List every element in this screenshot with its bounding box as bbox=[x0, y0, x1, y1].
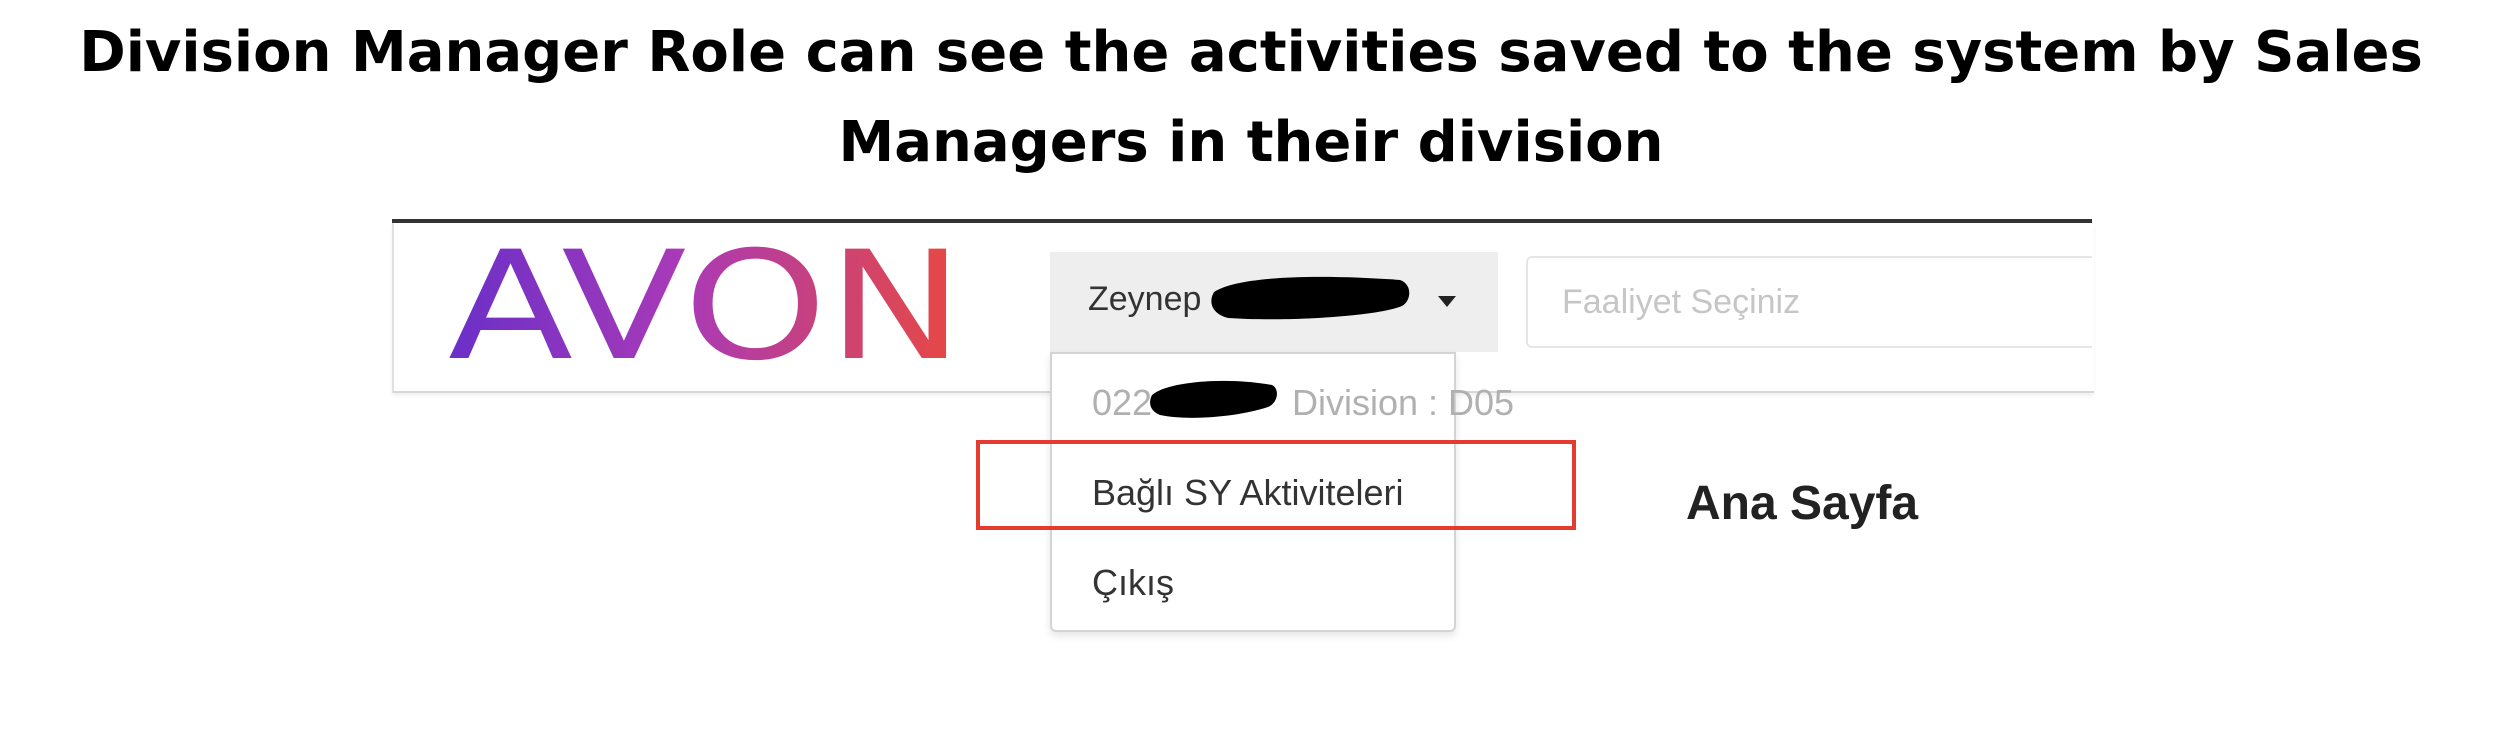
highlight-box bbox=[976, 440, 1576, 530]
menu-item-logout[interactable]: Çıkış bbox=[1092, 562, 1174, 604]
user-menu-toggle[interactable]: Zeynep bbox=[1050, 252, 1498, 352]
redaction-mark bbox=[1211, 276, 1410, 320]
page-title: Ana Sayfa bbox=[1686, 477, 1919, 530]
logo-text: AVON bbox=[448, 240, 964, 380]
chevron-down-icon bbox=[1438, 296, 1456, 307]
redaction-mark bbox=[1150, 380, 1277, 418]
division-label: Division : D05 bbox=[1292, 382, 1515, 423]
activity-search-input[interactable]: Faaliyet Seçiniz bbox=[1526, 256, 2092, 348]
caption-line-2: Managers in their division bbox=[838, 110, 1664, 175]
caption-line-1: Division Manager Role can see the activi… bbox=[79, 20, 2423, 85]
user-name: Zeynep bbox=[1088, 280, 1202, 318]
tutorial-caption: Division Manager Role can see the activi… bbox=[0, 8, 2502, 188]
avon-logo[interactable]: AVON bbox=[448, 240, 968, 380]
